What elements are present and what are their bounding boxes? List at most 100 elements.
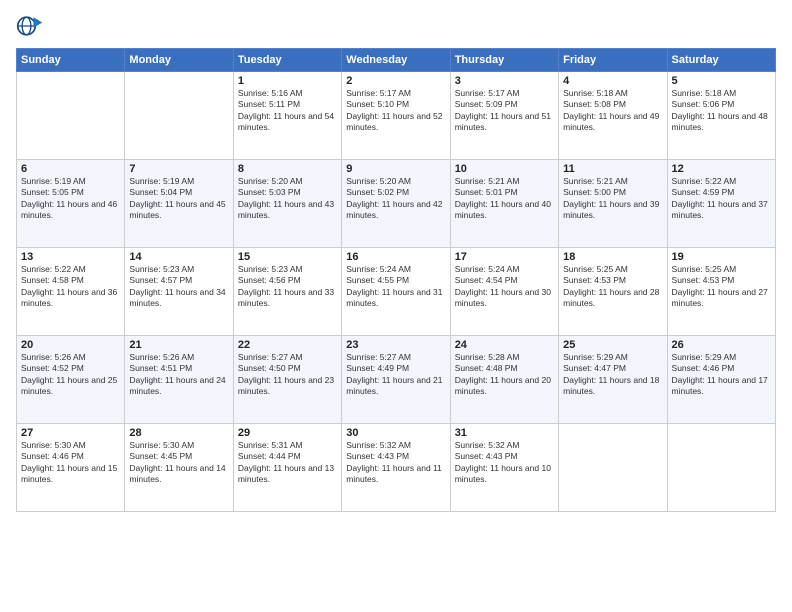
day-info: Sunrise: 5:29 AMSunset: 4:46 PMDaylight:…: [672, 352, 771, 398]
day-number: 9: [346, 163, 445, 175]
col-sunday: Sunday: [17, 49, 125, 72]
day-number: 27: [21, 427, 120, 439]
table-row: 26Sunrise: 5:29 AMSunset: 4:46 PMDayligh…: [667, 336, 775, 424]
day-info: Sunrise: 5:20 AMSunset: 5:03 PMDaylight:…: [238, 176, 337, 222]
day-info: Sunrise: 5:23 AMSunset: 4:56 PMDaylight:…: [238, 264, 337, 310]
day-info: Sunrise: 5:21 AMSunset: 5:01 PMDaylight:…: [455, 176, 554, 222]
day-number: 15: [238, 251, 337, 263]
calendar-week-row: 20Sunrise: 5:26 AMSunset: 4:52 PMDayligh…: [17, 336, 776, 424]
table-row: 25Sunrise: 5:29 AMSunset: 4:47 PMDayligh…: [559, 336, 667, 424]
day-info: Sunrise: 5:19 AMSunset: 5:05 PMDaylight:…: [21, 176, 120, 222]
day-number: 29: [238, 427, 337, 439]
day-number: 24: [455, 339, 554, 351]
day-info: Sunrise: 5:18 AMSunset: 5:08 PMDaylight:…: [563, 88, 662, 134]
day-info: Sunrise: 5:30 AMSunset: 4:45 PMDaylight:…: [129, 440, 228, 486]
table-row: 17Sunrise: 5:24 AMSunset: 4:54 PMDayligh…: [450, 248, 558, 336]
table-row: [667, 424, 775, 512]
table-row: 21Sunrise: 5:26 AMSunset: 4:51 PMDayligh…: [125, 336, 233, 424]
table-row: 13Sunrise: 5:22 AMSunset: 4:58 PMDayligh…: [17, 248, 125, 336]
logo-icon: [16, 12, 44, 40]
day-info: Sunrise: 5:21 AMSunset: 5:00 PMDaylight:…: [563, 176, 662, 222]
col-saturday: Saturday: [667, 49, 775, 72]
table-row: 6Sunrise: 5:19 AMSunset: 5:05 PMDaylight…: [17, 160, 125, 248]
day-number: 3: [455, 75, 554, 87]
table-row: 24Sunrise: 5:28 AMSunset: 4:48 PMDayligh…: [450, 336, 558, 424]
day-info: Sunrise: 5:31 AMSunset: 4:44 PMDaylight:…: [238, 440, 337, 486]
day-info: Sunrise: 5:25 AMSunset: 4:53 PMDaylight:…: [672, 264, 771, 310]
table-row: 15Sunrise: 5:23 AMSunset: 4:56 PMDayligh…: [233, 248, 341, 336]
table-row: 14Sunrise: 5:23 AMSunset: 4:57 PMDayligh…: [125, 248, 233, 336]
day-number: 12: [672, 163, 771, 175]
calendar-header-row: Sunday Monday Tuesday Wednesday Thursday…: [17, 49, 776, 72]
day-info: Sunrise: 5:28 AMSunset: 4:48 PMDaylight:…: [455, 352, 554, 398]
table-row: 18Sunrise: 5:25 AMSunset: 4:53 PMDayligh…: [559, 248, 667, 336]
day-number: 18: [563, 251, 662, 263]
calendar-week-row: 27Sunrise: 5:30 AMSunset: 4:46 PMDayligh…: [17, 424, 776, 512]
col-monday: Monday: [125, 49, 233, 72]
table-row: 8Sunrise: 5:20 AMSunset: 5:03 PMDaylight…: [233, 160, 341, 248]
table-row: 5Sunrise: 5:18 AMSunset: 5:06 PMDaylight…: [667, 72, 775, 160]
day-number: 7: [129, 163, 228, 175]
day-info: Sunrise: 5:20 AMSunset: 5:02 PMDaylight:…: [346, 176, 445, 222]
table-row: 28Sunrise: 5:30 AMSunset: 4:45 PMDayligh…: [125, 424, 233, 512]
day-info: Sunrise: 5:22 AMSunset: 4:59 PMDaylight:…: [672, 176, 771, 222]
table-row: 16Sunrise: 5:24 AMSunset: 4:55 PMDayligh…: [342, 248, 450, 336]
table-row: 2Sunrise: 5:17 AMSunset: 5:10 PMDaylight…: [342, 72, 450, 160]
table-row: 7Sunrise: 5:19 AMSunset: 5:04 PMDaylight…: [125, 160, 233, 248]
day-number: 11: [563, 163, 662, 175]
col-thursday: Thursday: [450, 49, 558, 72]
col-friday: Friday: [559, 49, 667, 72]
day-info: Sunrise: 5:16 AMSunset: 5:11 PMDaylight:…: [238, 88, 337, 134]
calendar-table: Sunday Monday Tuesday Wednesday Thursday…: [16, 48, 776, 512]
day-info: Sunrise: 5:26 AMSunset: 4:52 PMDaylight:…: [21, 352, 120, 398]
day-number: 17: [455, 251, 554, 263]
calendar-week-row: 1Sunrise: 5:16 AMSunset: 5:11 PMDaylight…: [17, 72, 776, 160]
table-row: 1Sunrise: 5:16 AMSunset: 5:11 PMDaylight…: [233, 72, 341, 160]
day-info: Sunrise: 5:22 AMSunset: 4:58 PMDaylight:…: [21, 264, 120, 310]
day-number: 21: [129, 339, 228, 351]
table-row: 20Sunrise: 5:26 AMSunset: 4:52 PMDayligh…: [17, 336, 125, 424]
table-row: [559, 424, 667, 512]
table-row: 9Sunrise: 5:20 AMSunset: 5:02 PMDaylight…: [342, 160, 450, 248]
table-row: 23Sunrise: 5:27 AMSunset: 4:49 PMDayligh…: [342, 336, 450, 424]
logo: [16, 12, 48, 40]
table-row: 22Sunrise: 5:27 AMSunset: 4:50 PMDayligh…: [233, 336, 341, 424]
table-row: 4Sunrise: 5:18 AMSunset: 5:08 PMDaylight…: [559, 72, 667, 160]
col-tuesday: Tuesday: [233, 49, 341, 72]
table-row: 30Sunrise: 5:32 AMSunset: 4:43 PMDayligh…: [342, 424, 450, 512]
day-info: Sunrise: 5:24 AMSunset: 4:55 PMDaylight:…: [346, 264, 445, 310]
calendar-week-row: 13Sunrise: 5:22 AMSunset: 4:58 PMDayligh…: [17, 248, 776, 336]
table-row: [125, 72, 233, 160]
table-row: 11Sunrise: 5:21 AMSunset: 5:00 PMDayligh…: [559, 160, 667, 248]
day-number: 30: [346, 427, 445, 439]
day-info: Sunrise: 5:24 AMSunset: 4:54 PMDaylight:…: [455, 264, 554, 310]
table-row: 27Sunrise: 5:30 AMSunset: 4:46 PMDayligh…: [17, 424, 125, 512]
day-number: 13: [21, 251, 120, 263]
day-number: 23: [346, 339, 445, 351]
day-number: 16: [346, 251, 445, 263]
day-number: 19: [672, 251, 771, 263]
table-row: 10Sunrise: 5:21 AMSunset: 5:01 PMDayligh…: [450, 160, 558, 248]
day-info: Sunrise: 5:17 AMSunset: 5:09 PMDaylight:…: [455, 88, 554, 134]
day-number: 26: [672, 339, 771, 351]
day-info: Sunrise: 5:19 AMSunset: 5:04 PMDaylight:…: [129, 176, 228, 222]
day-info: Sunrise: 5:27 AMSunset: 4:50 PMDaylight:…: [238, 352, 337, 398]
day-number: 5: [672, 75, 771, 87]
day-info: Sunrise: 5:29 AMSunset: 4:47 PMDaylight:…: [563, 352, 662, 398]
day-info: Sunrise: 5:27 AMSunset: 4:49 PMDaylight:…: [346, 352, 445, 398]
header: [16, 12, 776, 40]
table-row: 31Sunrise: 5:32 AMSunset: 4:43 PMDayligh…: [450, 424, 558, 512]
day-number: 28: [129, 427, 228, 439]
day-number: 4: [563, 75, 662, 87]
table-row: 29Sunrise: 5:31 AMSunset: 4:44 PMDayligh…: [233, 424, 341, 512]
day-number: 6: [21, 163, 120, 175]
day-number: 22: [238, 339, 337, 351]
day-number: 31: [455, 427, 554, 439]
calendar-week-row: 6Sunrise: 5:19 AMSunset: 5:05 PMDaylight…: [17, 160, 776, 248]
day-info: Sunrise: 5:32 AMSunset: 4:43 PMDaylight:…: [455, 440, 554, 486]
day-number: 8: [238, 163, 337, 175]
page: Sunday Monday Tuesday Wednesday Thursday…: [0, 0, 792, 612]
day-info: Sunrise: 5:25 AMSunset: 4:53 PMDaylight:…: [563, 264, 662, 310]
day-info: Sunrise: 5:30 AMSunset: 4:46 PMDaylight:…: [21, 440, 120, 486]
day-info: Sunrise: 5:23 AMSunset: 4:57 PMDaylight:…: [129, 264, 228, 310]
